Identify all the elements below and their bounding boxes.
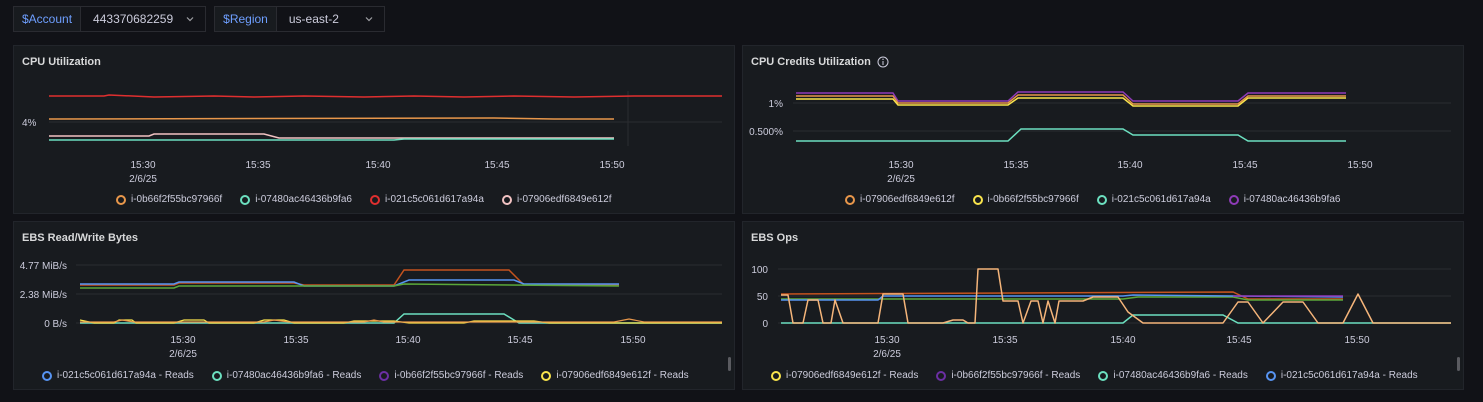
- x-tick-label: 15:45: [1232, 160, 1257, 171]
- ebs-bytes-chart: 4.77 MiB/s 2.38 MiB/s 0 B/s 15:30 15:35 …: [20, 261, 722, 360]
- legend-item[interactable]: i-021c5c061d617a94a: [1096, 194, 1211, 205]
- y-tick-label: 0: [762, 319, 768, 330]
- y-tick-label: 100: [751, 265, 768, 276]
- legend: i-07906edf6849e612f - Reads i-0b66f2f55b…: [771, 370, 1418, 381]
- legend: i-07906edf6849e612f i-0b66f2f55bc97966f …: [845, 194, 1340, 205]
- ebs-ops-chart: 100 50 0 15:30 15:35 15:40 15:45 15:50 2…: [751, 265, 1451, 360]
- y-tick-label: 4%: [22, 118, 37, 129]
- chevron-down-icon: [365, 17, 373, 22]
- legend-item[interactable]: i-021c5c061d617a94a - Reads: [42, 370, 194, 381]
- variables-bar: $Account 443370682259 $Region us-east-2: [13, 6, 385, 32]
- region-variable-select[interactable]: us-east-2: [277, 7, 384, 31]
- legend-item[interactable]: i-07480ac46436b9fa6 - Reads: [1098, 370, 1248, 381]
- series-line-darkorange: [80, 269, 619, 286]
- y-tick-label: 1%: [769, 99, 784, 110]
- legend-item[interactable]: i-07480ac46436b9fa6 - Reads: [211, 370, 361, 381]
- account-variable-label: $Account: [14, 7, 82, 31]
- x-tick-label: 15:45: [1226, 335, 1251, 346]
- x-tick-label: 15:45: [484, 160, 509, 171]
- account-variable-value: 443370682259: [93, 12, 174, 26]
- x-tick-label: 15:50: [1344, 335, 1369, 346]
- x-date-label: 2/6/25: [129, 174, 157, 185]
- x-tick-label: 15:35: [245, 160, 270, 171]
- legend-item[interactable]: i-07906edf6849e612f - Reads: [541, 370, 689, 381]
- x-date-label: 2/6/25: [873, 349, 901, 360]
- panel-cpu-credits-utilization[interactable]: CPU Credits Utilization 1% 0.500% 15:30 …: [742, 45, 1464, 214]
- y-tick-label: 2.38 MiB/s: [20, 290, 67, 301]
- account-variable-select[interactable]: 443370682259: [81, 7, 205, 31]
- series-line-orange: [80, 318, 722, 323]
- x-tick-label: 15:45: [507, 335, 532, 346]
- legend-item[interactable]: i-0b66f2f55bc97966f - Reads: [936, 370, 1080, 381]
- x-tick-label: 15:40: [395, 335, 420, 346]
- legend: i-021c5c061d617a94a - Reads i-07480ac464…: [42, 370, 689, 381]
- series-line-teal: [49, 138, 614, 141]
- region-variable[interactable]: $Region us-east-2: [214, 6, 385, 32]
- x-tick-label: 15:30: [888, 160, 913, 171]
- legend-item[interactable]: i-021c5c061d617a94a - Reads: [1265, 370, 1418, 381]
- y-tick-label: 50: [757, 292, 769, 303]
- legend-item[interactable]: i-07480ac46436b9fa6: [240, 194, 352, 205]
- legend-item[interactable]: i-0b66f2f55bc97966f: [972, 194, 1079, 205]
- x-tick-label: 15:30: [130, 160, 155, 171]
- legend-item[interactable]: i-07906edf6849e612f: [845, 194, 955, 205]
- region-variable-value: us-east-2: [288, 12, 339, 26]
- x-tick-label: 15:50: [1347, 160, 1372, 171]
- legend-scrollbar[interactable]: [1457, 357, 1460, 371]
- x-tick-label: 15:35: [992, 335, 1017, 346]
- legend-scrollbar[interactable]: [728, 357, 731, 371]
- series-line-pink: [49, 133, 614, 139]
- x-tick-label: 15:50: [599, 160, 624, 171]
- legend-item[interactable]: i-021c5c061d617a94a: [369, 194, 484, 205]
- legend: i-0b66f2f55bc97966f i-07480ac46436b9fa6 …: [116, 194, 611, 205]
- x-tick-label: 15:30: [170, 335, 195, 346]
- credits-chart: 1% 0.500% 15:30 15:35 15:40 15:45 15:50 …: [749, 91, 1451, 185]
- x-date-label: 2/6/25: [169, 349, 197, 360]
- x-tick-label: 15:30: [874, 335, 899, 346]
- x-tick-label: 15:35: [1003, 160, 1028, 171]
- legend-item[interactable]: i-07480ac46436b9fa6: [1228, 194, 1340, 205]
- cpu-chart: 4% 15:30 15:35 15:40 15:45 15:50 2/6/25: [22, 91, 722, 185]
- panel-ebs-ops[interactable]: EBS Ops 100 50 0 15:30 15:35 15:40 15:45…: [742, 221, 1464, 390]
- panel-cpu-utilization[interactable]: CPU Utilization 4% 15:30 15:35 15:40 15:…: [13, 45, 735, 214]
- series-line-yellow: [796, 97, 1346, 107]
- account-variable[interactable]: $Account 443370682259: [13, 6, 207, 32]
- x-tick-label: 15:50: [620, 335, 645, 346]
- y-tick-label: 0 B/s: [44, 319, 67, 330]
- x-tick-label: 15:40: [1110, 335, 1135, 346]
- series-line-teal: [781, 314, 1451, 324]
- chevron-down-icon: [186, 17, 194, 22]
- y-tick-label: 4.77 MiB/s: [20, 261, 67, 272]
- panel-ebs-read-write-bytes[interactable]: EBS Read/Write Bytes 4.77 MiB/s 2.38 MiB…: [13, 221, 735, 390]
- y-tick-label: 0.500%: [749, 127, 783, 138]
- legend-item[interactable]: i-07906edf6849e612f: [501, 194, 611, 205]
- x-tick-label: 15:35: [283, 335, 308, 346]
- series-line-orange: [48, 117, 614, 120]
- series-line-red: [49, 94, 722, 98]
- legend-item[interactable]: i-07906edf6849e612f - Reads: [771, 370, 918, 381]
- x-tick-label: 15:40: [365, 160, 390, 171]
- x-tick-label: 15:40: [1117, 160, 1142, 171]
- x-date-label: 2/6/25: [887, 174, 915, 185]
- legend-item[interactable]: i-0b66f2f55bc97966f: [116, 194, 222, 205]
- legend-item[interactable]: i-0b66f2f55bc97966f - Reads: [379, 370, 523, 381]
- region-variable-label: $Region: [215, 7, 277, 31]
